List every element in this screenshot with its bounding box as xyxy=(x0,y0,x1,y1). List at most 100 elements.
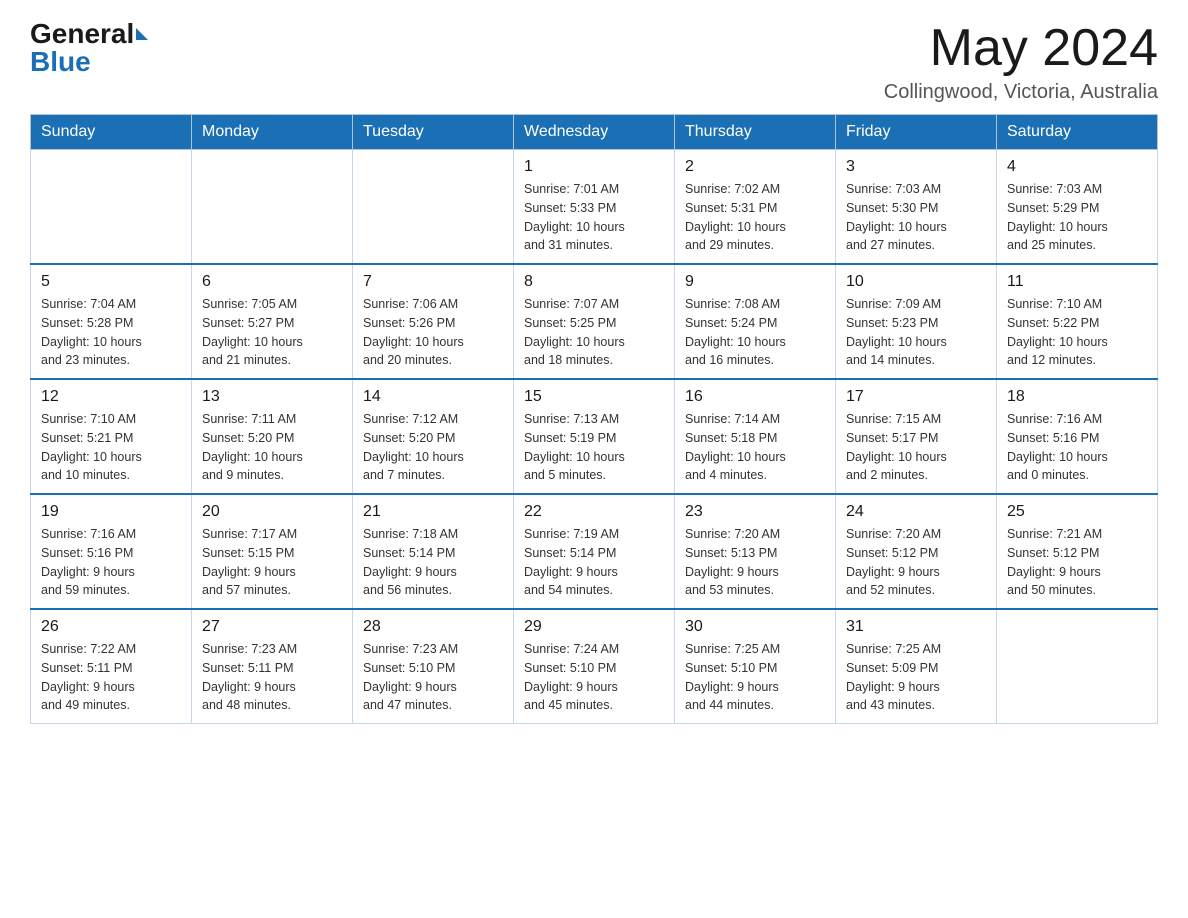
day-number: 13 xyxy=(202,388,342,406)
day-number: 26 xyxy=(41,618,181,636)
day-info: Sunrise: 7:08 AM Sunset: 5:24 PM Dayligh… xyxy=(685,295,825,370)
calendar-table: SundayMondayTuesdayWednesdayThursdayFrid… xyxy=(30,114,1158,724)
day-number: 17 xyxy=(846,388,986,406)
calendar-week-row: 26 Sunrise: 7:22 AM Sunset: 5:11 PM Dayli… xyxy=(31,609,1158,724)
calendar-day-cell: 17 Sunrise: 7:15 AM Sunset: 5:17 PM Dayli… xyxy=(836,379,997,494)
title-block: May 2024 Collingwood, Victoria, Australi… xyxy=(884,20,1158,104)
day-number: 14 xyxy=(363,388,503,406)
day-number: 19 xyxy=(41,503,181,521)
calendar-day-cell: 5 Sunrise: 7:04 AM Sunset: 5:28 PM Daylig… xyxy=(31,264,192,379)
calendar-day-cell: 24 Sunrise: 7:20 AM Sunset: 5:12 PM Dayli… xyxy=(836,494,997,609)
calendar-week-row: 19Sunrise: 7:16 AM Sunset: 5:16 PM Dayli… xyxy=(31,494,1158,609)
calendar-day-cell: 12 Sunrise: 7:10 AM Sunset: 5:21 PM Dayli… xyxy=(31,379,192,494)
calendar-day-cell: 19Sunrise: 7:16 AM Sunset: 5:16 PM Dayli… xyxy=(31,494,192,609)
day-number: 10 xyxy=(846,273,986,291)
calendar-day-cell: 31 Sunrise: 7:25 AM Sunset: 5:09 PM Dayli… xyxy=(836,609,997,724)
calendar-day-cell: 10 Sunrise: 7:09 AM Sunset: 5:23 PM Dayli… xyxy=(836,264,997,379)
day-info: Sunrise: 7:25 AM Sunset: 5:10 PM Dayligh… xyxy=(685,640,825,715)
calendar-week-row: 12 Sunrise: 7:10 AM Sunset: 5:21 PM Dayli… xyxy=(31,379,1158,494)
day-number: 29 xyxy=(524,618,664,636)
day-info: Sunrise: 7:17 AM Sunset: 5:15 PM Dayligh… xyxy=(202,525,342,600)
day-info: Sunrise: 7:13 AM Sunset: 5:19 PM Dayligh… xyxy=(524,410,664,485)
day-number: 11 xyxy=(1007,273,1147,291)
day-number: 12 xyxy=(41,388,181,406)
day-info: Sunrise: 7:14 AM Sunset: 5:18 PM Dayligh… xyxy=(685,410,825,485)
day-info: Sunrise: 7:06 AM Sunset: 5:26 PM Dayligh… xyxy=(363,295,503,370)
day-info: Sunrise: 7:23 AM Sunset: 5:11 PM Dayligh… xyxy=(202,640,342,715)
day-number: 1 xyxy=(524,158,664,176)
day-number: 25 xyxy=(1007,503,1147,521)
page-header: General Blue May 2024 Collingwood, Victo… xyxy=(30,20,1158,104)
day-info: Sunrise: 7:20 AM Sunset: 5:12 PM Dayligh… xyxy=(846,525,986,600)
calendar-day-cell: 14 Sunrise: 7:12 AM Sunset: 5:20 PM Dayli… xyxy=(353,379,514,494)
calendar-header-day: Monday xyxy=(192,115,353,150)
calendar-header-day: Wednesday xyxy=(514,115,675,150)
day-info: Sunrise: 7:24 AM Sunset: 5:10 PM Dayligh… xyxy=(524,640,664,715)
calendar-day-cell: 6Sunrise: 7:05 AM Sunset: 5:27 PM Daylig… xyxy=(192,264,353,379)
day-info: Sunrise: 7:09 AM Sunset: 5:23 PM Dayligh… xyxy=(846,295,986,370)
calendar-day-cell: 28Sunrise: 7:23 AM Sunset: 5:10 PM Dayli… xyxy=(353,609,514,724)
day-info: Sunrise: 7:25 AM Sunset: 5:09 PM Dayligh… xyxy=(846,640,986,715)
day-info: Sunrise: 7:15 AM Sunset: 5:17 PM Dayligh… xyxy=(846,410,986,485)
day-info: Sunrise: 7:20 AM Sunset: 5:13 PM Dayligh… xyxy=(685,525,825,600)
calendar-day-cell: 11 Sunrise: 7:10 AM Sunset: 5:22 PM Dayli… xyxy=(997,264,1158,379)
calendar-day-cell: 7 Sunrise: 7:06 AM Sunset: 5:26 PM Daylig… xyxy=(353,264,514,379)
calendar-header-day: Sunday xyxy=(31,115,192,150)
day-info: Sunrise: 7:11 AM Sunset: 5:20 PM Dayligh… xyxy=(202,410,342,485)
day-info: Sunrise: 7:10 AM Sunset: 5:22 PM Dayligh… xyxy=(1007,295,1147,370)
month-title: May 2024 xyxy=(884,20,1158,77)
calendar-header-day: Friday xyxy=(836,115,997,150)
calendar-day-cell: 26 Sunrise: 7:22 AM Sunset: 5:11 PM Dayli… xyxy=(31,609,192,724)
day-info: Sunrise: 7:10 AM Sunset: 5:21 PM Dayligh… xyxy=(41,410,181,485)
day-number: 21 xyxy=(363,503,503,521)
day-number: 24 xyxy=(846,503,986,521)
day-number: 2 xyxy=(685,158,825,176)
day-number: 7 xyxy=(363,273,503,291)
calendar-header-day: Tuesday xyxy=(353,115,514,150)
day-info: Sunrise: 7:03 AM Sunset: 5:29 PM Dayligh… xyxy=(1007,180,1147,255)
day-number: 31 xyxy=(846,618,986,636)
logo-general: General xyxy=(30,20,134,48)
calendar-day-cell xyxy=(31,150,192,265)
calendar-day-cell: 4Sunrise: 7:03 AM Sunset: 5:29 PM Daylig… xyxy=(997,150,1158,265)
day-info: Sunrise: 7:03 AM Sunset: 5:30 PM Dayligh… xyxy=(846,180,986,255)
logo: General Blue xyxy=(30,20,148,76)
calendar-day-cell: 27 Sunrise: 7:23 AM Sunset: 5:11 PM Dayli… xyxy=(192,609,353,724)
day-number: 16 xyxy=(685,388,825,406)
calendar-day-cell xyxy=(192,150,353,265)
calendar-day-cell: 23 Sunrise: 7:20 AM Sunset: 5:13 PM Dayli… xyxy=(675,494,836,609)
day-info: Sunrise: 7:23 AM Sunset: 5:10 PM Dayligh… xyxy=(363,640,503,715)
calendar-day-cell xyxy=(353,150,514,265)
day-number: 9 xyxy=(685,273,825,291)
day-info: Sunrise: 7:01 AM Sunset: 5:33 PM Dayligh… xyxy=(524,180,664,255)
day-info: Sunrise: 7:19 AM Sunset: 5:14 PM Dayligh… xyxy=(524,525,664,600)
calendar-day-cell: 30Sunrise: 7:25 AM Sunset: 5:10 PM Dayli… xyxy=(675,609,836,724)
calendar-header-row: SundayMondayTuesdayWednesdayThursdayFrid… xyxy=(31,115,1158,150)
day-number: 5 xyxy=(41,273,181,291)
calendar-header-day: Saturday xyxy=(997,115,1158,150)
calendar-day-cell: 15 Sunrise: 7:13 AM Sunset: 5:19 PM Dayli… xyxy=(514,379,675,494)
day-number: 20 xyxy=(202,503,342,521)
calendar-day-cell: 8Sunrise: 7:07 AM Sunset: 5:25 PM Daylig… xyxy=(514,264,675,379)
day-number: 3 xyxy=(846,158,986,176)
day-info: Sunrise: 7:02 AM Sunset: 5:31 PM Dayligh… xyxy=(685,180,825,255)
calendar-day-cell: 22 Sunrise: 7:19 AM Sunset: 5:14 PM Dayli… xyxy=(514,494,675,609)
day-number: 15 xyxy=(524,388,664,406)
calendar-week-row: 1 Sunrise: 7:01 AM Sunset: 5:33 PM Daylig… xyxy=(31,150,1158,265)
calendar-day-cell: 9 Sunrise: 7:08 AM Sunset: 5:24 PM Daylig… xyxy=(675,264,836,379)
calendar-day-cell: 29 Sunrise: 7:24 AM Sunset: 5:10 PM Dayli… xyxy=(514,609,675,724)
location-title: Collingwood, Victoria, Australia xyxy=(884,81,1158,104)
day-info: Sunrise: 7:22 AM Sunset: 5:11 PM Dayligh… xyxy=(41,640,181,715)
day-info: Sunrise: 7:05 AM Sunset: 5:27 PM Dayligh… xyxy=(202,295,342,370)
calendar-day-cell: 3 Sunrise: 7:03 AM Sunset: 5:30 PM Daylig… xyxy=(836,150,997,265)
day-number: 23 xyxy=(685,503,825,521)
day-number: 27 xyxy=(202,618,342,636)
calendar-day-cell: 16 Sunrise: 7:14 AM Sunset: 5:18 PM Dayli… xyxy=(675,379,836,494)
day-number: 8 xyxy=(524,273,664,291)
day-info: Sunrise: 7:04 AM Sunset: 5:28 PM Dayligh… xyxy=(41,295,181,370)
day-number: 22 xyxy=(524,503,664,521)
calendar-day-cell: 18Sunrise: 7:16 AM Sunset: 5:16 PM Dayli… xyxy=(997,379,1158,494)
logo-blue: Blue xyxy=(30,48,91,76)
day-info: Sunrise: 7:12 AM Sunset: 5:20 PM Dayligh… xyxy=(363,410,503,485)
calendar-day-cell: 13 Sunrise: 7:11 AM Sunset: 5:20 PM Dayli… xyxy=(192,379,353,494)
